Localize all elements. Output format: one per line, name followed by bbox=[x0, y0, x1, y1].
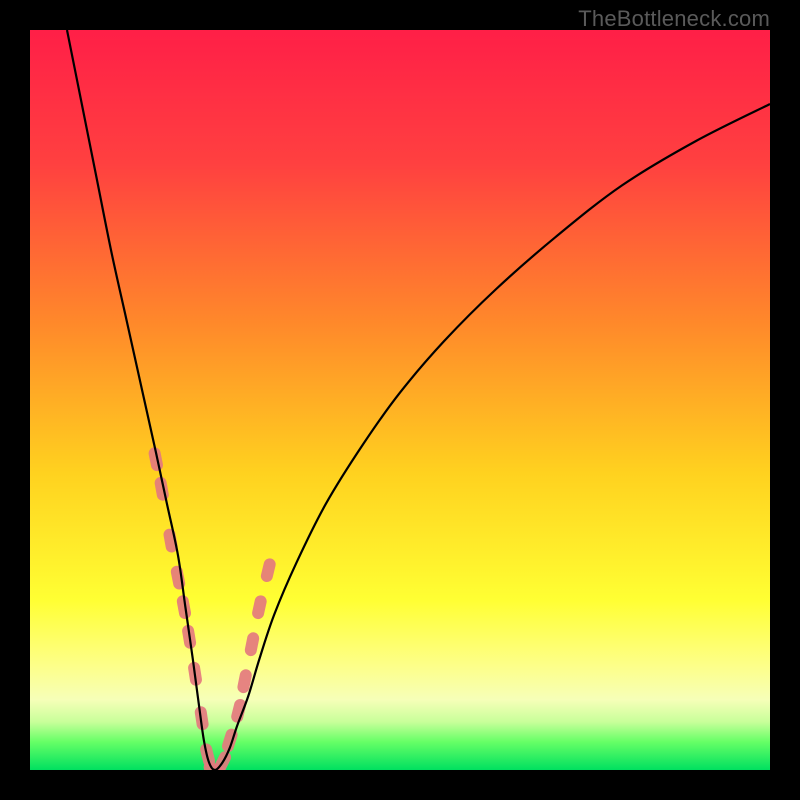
watermark-label: TheBottleneck.com bbox=[578, 6, 770, 32]
curve-layer bbox=[30, 30, 770, 770]
highlight-marker bbox=[244, 631, 260, 657]
plot-area bbox=[30, 30, 770, 770]
highlight-marker bbox=[260, 557, 277, 583]
highlight-marker bbox=[170, 565, 186, 591]
bottleneck-curve bbox=[67, 30, 770, 770]
highlight-marker bbox=[251, 594, 268, 620]
highlight-marker-group bbox=[148, 446, 277, 770]
chart-frame: TheBottleneck.com bbox=[0, 0, 800, 800]
